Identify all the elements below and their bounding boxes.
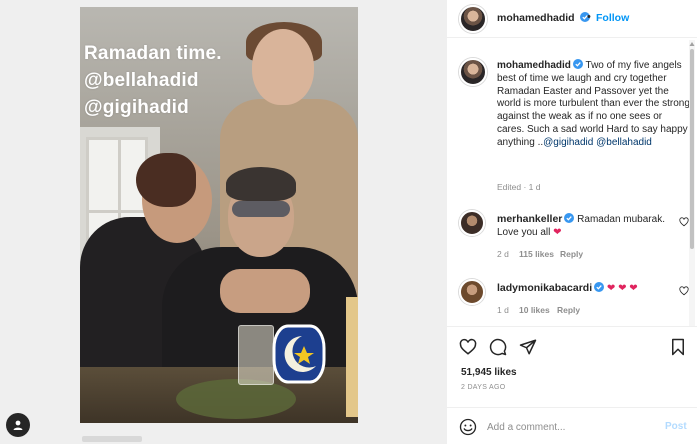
edited-timestamp: Edited · 1 d: [497, 182, 541, 192]
mention-link[interactable]: @bellahadid: [596, 137, 652, 148]
reply-button[interactable]: Reply: [557, 305, 580, 315]
scrollbar[interactable]: [689, 40, 695, 326]
reply-button-text[interactable]: Reply: [557, 305, 580, 315]
photo-candle: [346, 297, 358, 417]
author-username-text[interactable]: mohamedhadid: [497, 12, 575, 24]
comment-text: ladymonikabacardi ❤ ❤ ❤: [497, 282, 672, 295]
header-separator: •: [587, 11, 591, 23]
caption-username[interactable]: mohamedhadid: [497, 60, 571, 71]
author-username[interactable]: mohamedhadid: [497, 12, 590, 24]
comment-text: merhankeller Ramadan mubarak. Love you a…: [497, 213, 672, 239]
like-comment-heart-icon[interactable]: [679, 217, 689, 227]
comment-username[interactable]: merhankeller: [497, 213, 562, 225]
heart-icon[interactable]: [459, 338, 477, 356]
add-comment-bar: Post: [447, 407, 697, 444]
comment-input[interactable]: [487, 417, 647, 437]
avatar[interactable]: [459, 58, 487, 86]
avatar[interactable]: [459, 210, 485, 236]
photo-sunglasses: [232, 201, 290, 217]
caption-body: Two of my five angels best of time we la…: [497, 60, 690, 148]
photo-glass: [238, 325, 274, 385]
post-header: mohamedhadid • Follow: [447, 0, 697, 38]
paper-plane-icon[interactable]: [519, 338, 537, 356]
photo-plant: [176, 379, 296, 419]
verified-badge-icon: [594, 282, 605, 292]
post-comment-button[interactable]: Post: [665, 421, 687, 432]
comment-username[interactable]: ladymonikabacardi: [497, 282, 592, 294]
heart-emoji: ❤ ❤ ❤: [606, 283, 638, 294]
avatar[interactable]: [459, 279, 485, 305]
mention-link[interactable]: @gigihadid: [543, 137, 593, 148]
verified-badge-icon: [564, 213, 575, 223]
photo-hair: [136, 153, 196, 207]
action-bar: [447, 326, 697, 366]
caption-text: mohamedhadid Two of my five angels best …: [497, 59, 692, 150]
comment-likes[interactable]: 10 likes: [519, 305, 550, 315]
media-pane: Ramadan time. @bellahadid @gigihadid: [0, 0, 446, 444]
like-comment-heart-icon[interactable]: [679, 286, 689, 296]
comment-likes-text[interactable]: 115 likes: [519, 249, 554, 259]
reply-button[interactable]: Reply: [560, 249, 583, 259]
comment-likes[interactable]: 115 likes: [519, 249, 554, 259]
story-overlay-text: Ramadan time.: [84, 43, 222, 64]
post-sidebar: mohamedhadid • Follow mohamedhadid Two o…: [446, 0, 697, 444]
comment-likes-text[interactable]: 10 likes: [519, 305, 550, 315]
tagged-users-button[interactable]: [6, 413, 30, 437]
crescent-moon-star-icon: [272, 324, 326, 384]
photo-hair: [226, 167, 296, 201]
next-post-preview: [82, 436, 142, 442]
story-overlay-mention: @bellahadid: [84, 70, 199, 91]
follow-button[interactable]: Follow: [596, 12, 629, 24]
comment-age: 2 d: [497, 249, 509, 259]
comment-age: 1 d: [497, 305, 509, 315]
photo-face: [252, 29, 314, 105]
verified-badge-icon: [572, 59, 583, 69]
likes-count[interactable]: 51,945 likes: [461, 367, 517, 378]
avatar[interactable]: [459, 5, 487, 33]
heart-emoji: ❤: [553, 227, 562, 238]
photo-hands: [220, 269, 310, 313]
post-timestamp: 2 DAYS AGO: [461, 384, 506, 391]
reply-button-text[interactable]: Reply: [560, 249, 583, 259]
story-overlay-mention: @gigihadid: [84, 97, 189, 118]
comment-icon[interactable]: [489, 338, 507, 356]
emoji-icon[interactable]: [459, 418, 477, 436]
bookmark-icon[interactable]: [669, 338, 687, 356]
user-tag-icon: [13, 420, 23, 430]
